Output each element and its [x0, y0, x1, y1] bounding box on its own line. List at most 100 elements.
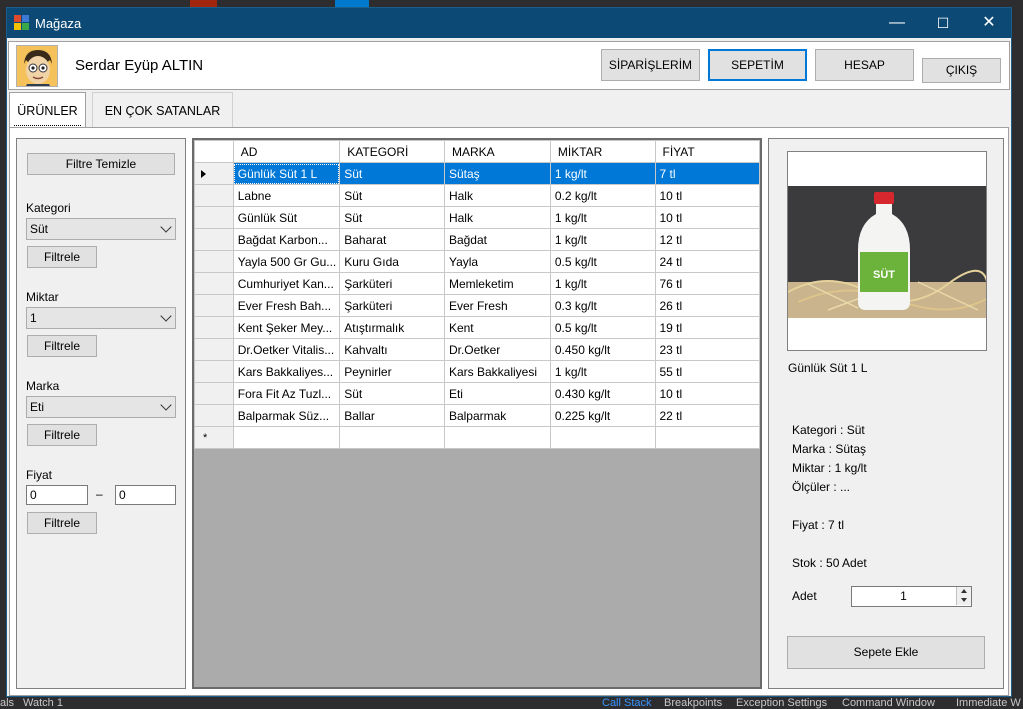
- row-header[interactable]: [194, 206, 234, 229]
- cell-amount[interactable]: 1 kg/lt: [549, 162, 656, 185]
- cell-brand[interactable]: Dr.Oetker: [443, 338, 551, 361]
- exit-button[interactable]: ÇIKIŞ: [922, 58, 1001, 83]
- filter-price-button[interactable]: Filtrele: [27, 512, 97, 534]
- cell-category[interactable]: Süt: [339, 382, 445, 405]
- ide-tab-immediate-window[interactable]: Immediate W: [956, 697, 1021, 709]
- filter-brand-button[interactable]: Filtrele: [27, 424, 97, 446]
- brand-select[interactable]: Eti: [26, 396, 176, 418]
- title-bar[interactable]: Mağaza — ☐ ✕: [7, 8, 1011, 38]
- cell-price[interactable]: 22 tl: [654, 404, 760, 427]
- cell-price[interactable]: 10 tl: [654, 184, 760, 207]
- new-row-cell[interactable]: [339, 426, 445, 449]
- cell-name[interactable]: Kent Şeker Mey...: [232, 316, 341, 339]
- category-select[interactable]: Süt: [26, 218, 176, 240]
- cell-category[interactable]: Süt: [339, 184, 445, 207]
- cell-category[interactable]: Peynirler: [339, 360, 445, 383]
- row-header[interactable]: *: [194, 426, 234, 449]
- ide-tab-call-stack[interactable]: Call Stack: [602, 697, 652, 709]
- ide-tab-watch[interactable]: Watch 1: [23, 697, 63, 709]
- cell-price[interactable]: 23 tl: [654, 338, 760, 361]
- cell-price[interactable]: 55 tl: [654, 360, 760, 383]
- minimize-button[interactable]: —: [874, 8, 920, 38]
- chevron-up-icon[interactable]: [956, 587, 971, 596]
- grid-corner-cell[interactable]: [194, 140, 234, 163]
- cell-name[interactable]: Fora Fit Az Tuzl...: [232, 382, 341, 405]
- cell-price[interactable]: 19 tl: [654, 316, 760, 339]
- cell-price[interactable]: 12 tl: [654, 228, 760, 251]
- new-row-cell[interactable]: [549, 426, 656, 449]
- row-header[interactable]: [194, 250, 234, 273]
- table-row[interactable]: Fora Fit Az Tuzl... Süt Eti 0.430 kg/lt 10 t…: [194, 382, 760, 405]
- cell-name[interactable]: Balparmak Süz...: [232, 404, 341, 427]
- cell-brand[interactable]: Halk: [443, 184, 551, 207]
- cell-category[interactable]: Şarküteri: [339, 272, 445, 295]
- row-header[interactable]: [194, 382, 234, 405]
- cell-brand[interactable]: Yayla: [443, 250, 551, 273]
- new-row-cell[interactable]: [654, 426, 760, 449]
- cell-brand[interactable]: Eti: [443, 382, 551, 405]
- cell-price[interactable]: 10 tl: [654, 206, 760, 229]
- price-max-input[interactable]: 0: [115, 485, 176, 505]
- cell-amount[interactable]: 1 kg/lt: [549, 272, 656, 295]
- filter-category-button[interactable]: Filtrele: [27, 246, 97, 268]
- ide-tab-breakpoints[interactable]: Breakpoints: [664, 697, 722, 709]
- cell-amount[interactable]: 0.3 kg/lt: [549, 294, 656, 317]
- table-row[interactable]: Kars Bakkaliyes... Peynirler Kars Bakkaliy…: [194, 360, 760, 383]
- products-grid[interactable]: AD KATEGORİ MARKA MİKTAR FİYAT Günlük Sü…: [192, 138, 762, 689]
- column-header-amount[interactable]: MİKTAR: [549, 140, 656, 163]
- table-row[interactable]: Yayla 500 Gr Gu... Kuru Gıda Yayla 0.5 kg/l…: [194, 250, 760, 273]
- row-header[interactable]: [194, 360, 234, 383]
- cell-brand[interactable]: Ever Fresh: [443, 294, 551, 317]
- new-row[interactable]: *: [194, 426, 760, 449]
- maximize-button[interactable]: ☐: [920, 8, 966, 38]
- row-header[interactable]: [194, 316, 234, 339]
- cell-brand[interactable]: Kent: [443, 316, 551, 339]
- cell-amount[interactable]: 1 kg/lt: [549, 228, 656, 251]
- cell-amount[interactable]: 0.5 kg/lt: [549, 250, 656, 273]
- cell-name[interactable]: Cumhuriyet Kan...: [232, 272, 341, 295]
- row-header[interactable]: [194, 162, 234, 185]
- account-button[interactable]: HESAP: [815, 49, 914, 81]
- cell-category[interactable]: Süt: [339, 162, 445, 185]
- cell-brand[interactable]: Memleketim: [443, 272, 551, 295]
- table-row[interactable]: Bağdat Karbon... Baharat Bağdat 1 kg/lt 12 t…: [194, 228, 760, 251]
- cell-category[interactable]: Şarküteri: [339, 294, 445, 317]
- table-row[interactable]: Ever Fresh Bah... Şarküteri Ever Fresh 0.3 …: [194, 294, 760, 317]
- ide-tab-locals[interactable]: als: [0, 697, 14, 709]
- filter-amount-button[interactable]: Filtrele: [27, 335, 97, 357]
- table-row[interactable]: Günlük Süt 1 L Süt Sütaş 1 kg/lt 7 tl: [194, 162, 760, 185]
- row-header[interactable]: [194, 338, 234, 361]
- table-row[interactable]: Kent Şeker Mey... Atıştırmalık Kent 0.5 kg/…: [194, 316, 760, 339]
- cell-name[interactable]: Bağdat Karbon...: [232, 228, 341, 251]
- cell-brand[interactable]: Halk: [443, 206, 551, 229]
- cell-name[interactable]: Günlük Süt 1 L: [232, 162, 341, 185]
- cell-price[interactable]: 7 tl: [654, 162, 760, 185]
- table-row[interactable]: Dr.Oetker Vitalis... Kahvaltı Dr.Oetker 0.4…: [194, 338, 760, 361]
- cell-category[interactable]: Baharat: [339, 228, 445, 251]
- cell-name[interactable]: Kars Bakkaliyes...: [232, 360, 341, 383]
- table-row[interactable]: Balparmak Süz... Ballar Balparmak 0.225 kg/…: [194, 404, 760, 427]
- ide-tab-exception-settings[interactable]: Exception Settings: [736, 697, 827, 709]
- cell-name[interactable]: Ever Fresh Bah...: [232, 294, 341, 317]
- cell-name[interactable]: Dr.Oetker Vitalis...: [232, 338, 341, 361]
- column-header-category[interactable]: KATEGORİ: [339, 140, 445, 163]
- table-row[interactable]: Cumhuriyet Kan... Şarküteri Memleketim 1 kg…: [194, 272, 760, 295]
- row-header[interactable]: [194, 272, 234, 295]
- cell-amount[interactable]: 0.2 kg/lt: [549, 184, 656, 207]
- price-min-input[interactable]: 0: [26, 485, 88, 505]
- cell-name[interactable]: Günlük Süt: [232, 206, 341, 229]
- new-row-cell[interactable]: [443, 426, 551, 449]
- cell-amount[interactable]: 0.430 kg/lt: [549, 382, 656, 405]
- chevron-down-icon[interactable]: [956, 596, 971, 605]
- clear-filter-button[interactable]: Filtre Temizle: [27, 153, 175, 175]
- cell-brand[interactable]: Balparmak: [443, 404, 551, 427]
- table-row[interactable]: Labne Süt Halk 0.2 kg/lt 10 tl: [194, 184, 760, 207]
- cell-amount[interactable]: 1 kg/lt: [549, 206, 656, 229]
- cell-category[interactable]: Süt: [339, 206, 445, 229]
- cell-amount[interactable]: 0.5 kg/lt: [549, 316, 656, 339]
- quantity-stepper[interactable]: 1: [851, 586, 972, 607]
- column-header-brand[interactable]: MARKA: [443, 140, 551, 163]
- row-header[interactable]: [194, 294, 234, 317]
- cell-name[interactable]: Labne: [232, 184, 341, 207]
- cell-price[interactable]: 10 tl: [654, 382, 760, 405]
